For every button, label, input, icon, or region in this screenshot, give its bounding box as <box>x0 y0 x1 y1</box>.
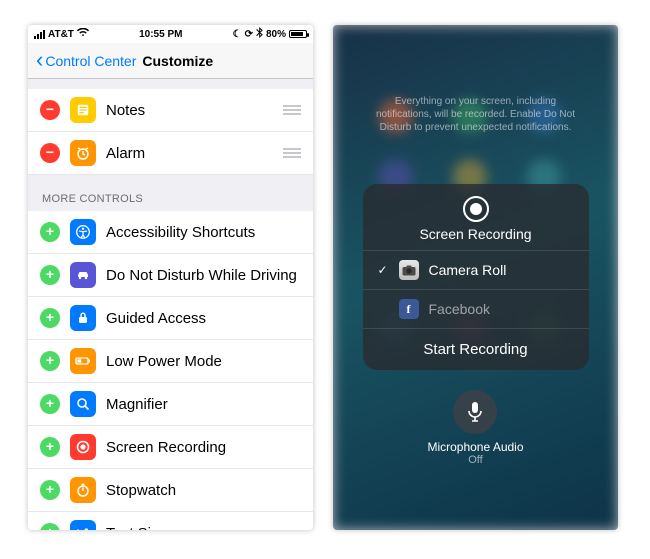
list-item[interactable]: + Accessibility Shortcuts <box>28 211 313 254</box>
list-item-label: Low Power Mode <box>106 353 301 370</box>
section-header: MORE CONTROLS <box>28 175 313 211</box>
add-button[interactable]: + <box>40 265 60 285</box>
nav-bar: ‹ Control Center Customize <box>28 43 313 79</box>
popup-title: Screen Recording <box>363 226 589 242</box>
chevron-left-icon: ‹ <box>36 49 43 71</box>
list-item-label: Guided Access <box>106 310 301 327</box>
battery-low-icon <box>70 348 96 374</box>
list-item-label: Alarm <box>106 145 273 162</box>
list-item[interactable]: + Low Power Mode <box>28 340 313 383</box>
list-item-label: Do Not Disturb While Driving <box>106 267 301 284</box>
list-item[interactable]: + Guided Access <box>28 297 313 340</box>
list-item-label: Notes <box>106 102 273 119</box>
wifi-icon <box>77 28 89 40</box>
back-label: Control Center <box>45 53 136 69</box>
text-size-icon: AA <box>70 520 96 530</box>
reorder-handle-icon[interactable] <box>283 105 301 115</box>
page-title: Customize <box>142 53 213 69</box>
microphone-icon <box>466 401 484 423</box>
mic-state: Off <box>468 454 482 466</box>
car-icon <box>70 262 96 288</box>
option-label: Facebook <box>429 301 490 317</box>
record-icon <box>70 434 96 460</box>
recording-hint: Everything on your screen, including not… <box>371 95 581 134</box>
reorder-handle-icon[interactable] <box>283 148 301 158</box>
remove-button[interactable]: − <box>40 100 60 120</box>
destination-option-camera-roll[interactable]: ✓ Camera Roll <box>363 251 589 290</box>
add-button[interactable]: + <box>40 437 60 457</box>
list-item-label: Text Size <box>106 525 301 531</box>
left-phone-settings: AT&T 10:55 PM ☾ ⟳ 80% ‹ Control Center <box>28 25 313 530</box>
add-button[interactable]: + <box>40 222 60 242</box>
add-button[interactable]: + <box>40 523 60 530</box>
add-button[interactable]: + <box>40 308 60 328</box>
list-item-label: Screen Recording <box>106 439 301 456</box>
add-button[interactable]: + <box>40 351 60 371</box>
record-target-icon <box>463 196 489 222</box>
camera-icon <box>399 260 419 280</box>
list-item[interactable]: + Screen Recording <box>28 426 313 469</box>
magnifier-icon <box>70 391 96 417</box>
bluetooth-icon <box>256 27 263 41</box>
list-item[interactable]: − Alarm <box>28 132 313 175</box>
facebook-icon: f <box>399 299 419 319</box>
list-item-label: Accessibility Shortcuts <box>106 224 301 241</box>
lock-icon <box>70 305 96 331</box>
clock-label: 10:55 PM <box>139 29 182 40</box>
list-item[interactable]: − Notes <box>28 89 313 132</box>
signal-bars-icon <box>34 30 45 39</box>
list-item-label: Magnifier <box>106 396 301 413</box>
status-bar: AT&T 10:55 PM ☾ ⟳ 80% <box>28 25 313 43</box>
list-item[interactable]: + Stopwatch <box>28 469 313 512</box>
battery-pct-label: 80% <box>266 29 286 40</box>
add-button[interactable]: + <box>40 394 60 414</box>
remove-button[interactable]: − <box>40 143 60 163</box>
orientation-lock-icon: ⟳ <box>245 29 253 40</box>
accessibility-icon <box>70 219 96 245</box>
back-button[interactable]: ‹ Control Center <box>36 50 136 72</box>
carrier-label: AT&T <box>48 29 74 40</box>
do-not-disturb-icon: ☾ <box>233 29 242 40</box>
list-item[interactable]: + AA Text Size <box>28 512 313 530</box>
destination-option-facebook[interactable]: f Facebook <box>363 290 589 329</box>
battery-icon <box>289 30 307 38</box>
list-item[interactable]: + Magnifier <box>28 383 313 426</box>
microphone-toggle-button[interactable] <box>453 390 497 434</box>
checkmark-icon: ✓ <box>377 263 389 277</box>
start-recording-button[interactable]: Start Recording <box>363 329 589 370</box>
list-item[interactable]: + Do Not Disturb While Driving <box>28 254 313 297</box>
controls-list: − Notes − Alarm MORE CONTROLS + <box>28 79 313 530</box>
stopwatch-icon <box>70 477 96 503</box>
notes-icon <box>70 97 96 123</box>
mic-label: Microphone Audio <box>427 440 523 454</box>
alarm-icon <box>70 140 96 166</box>
right-phone-recording: Everything on your screen, including not… <box>333 25 618 530</box>
add-button[interactable]: + <box>40 480 60 500</box>
screen-recording-popup: Screen Recording ✓ Camera Roll f Faceboo… <box>363 184 589 370</box>
list-item-label: Stopwatch <box>106 482 301 499</box>
option-label: Camera Roll <box>429 262 507 278</box>
